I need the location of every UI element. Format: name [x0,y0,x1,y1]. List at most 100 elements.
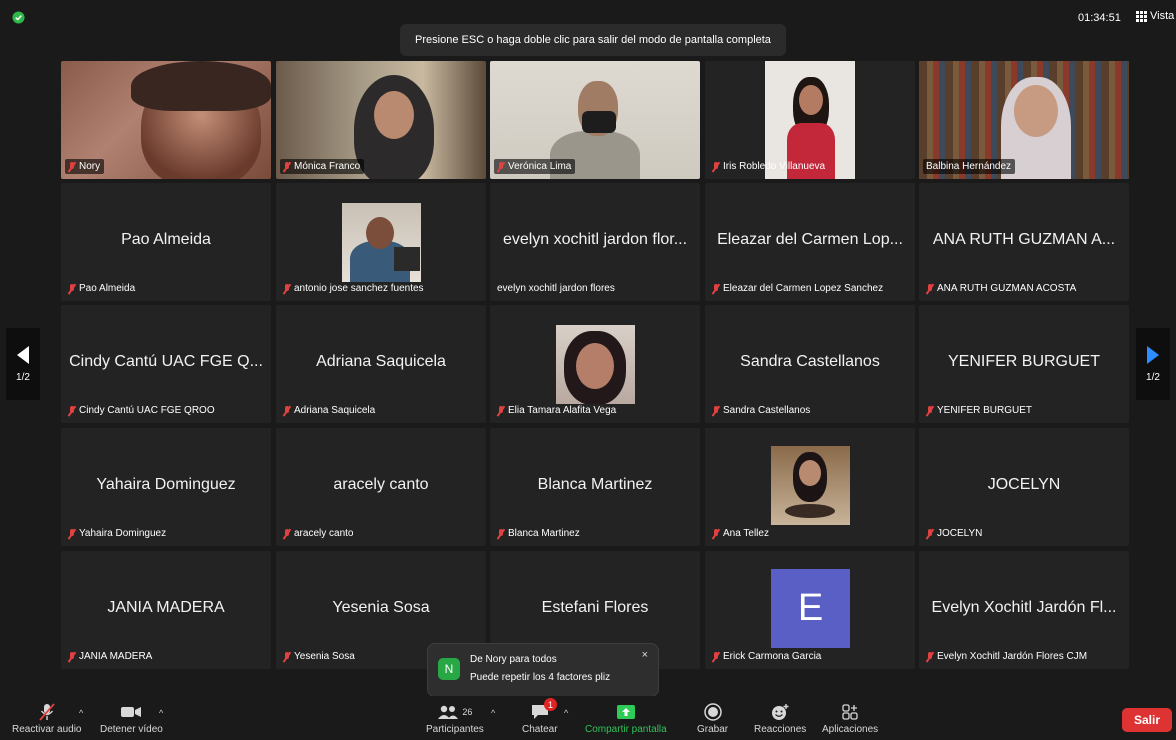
unmute-label: Reactivar audio [12,724,82,735]
leave-meeting-button[interactable]: Salir [1122,708,1172,732]
participant-display-name: Pao Almeida [121,231,211,248]
participant-nametag: Elia Tamara Alafita Vega [494,403,620,418]
chat-sender: De Nory para todos [470,654,557,665]
participant-nametag: evelyn xochitl jardon flores [497,283,615,294]
mic-muted-icon [712,283,720,294]
participant-nametag: Blanca Martinez [494,526,584,541]
video-options-caret[interactable]: ^ [159,708,163,718]
participant-display-name: Sandra Castellanos [740,353,880,370]
video-tile[interactable]: JOCELYN JOCELYN [919,428,1129,546]
close-icon[interactable]: × [642,649,648,661]
reactions-label: Reacciones [754,724,807,735]
participant-nametag: antonio jose sanchez fuentes [280,281,428,296]
mic-muted-icon [497,405,505,416]
apps-label: Aplicaciones [822,724,879,735]
audio-options-caret[interactable]: ^ [79,708,83,718]
video-tile[interactable]: Ana Tellez [705,428,915,546]
video-tile[interactable]: Pao Almeida Pao Almeida [61,183,271,301]
sender-avatar: N [438,658,460,680]
participant-nametag: aracely canto [280,526,357,541]
video-tile[interactable]: antonio jose sanchez fuentes [276,183,486,301]
participants-count: 26 [462,707,473,717]
record-button[interactable]: Grabar [697,702,728,735]
mic-muted-icon [712,405,720,416]
participant-nametag: Ana Tellez [709,526,773,541]
video-tile[interactable]: Yahaira Dominguez Yahaira Dominguez [61,428,271,546]
video-tile[interactable]: Sandra Castellanos Sandra Castellanos [705,305,915,423]
view-button[interactable]: Vista [1136,10,1174,22]
video-tile[interactable]: Mónica Franco [276,61,486,179]
mic-muted-icon [283,651,291,662]
share-screen-label: Compartir pantalla [585,724,667,735]
security-shield-icon[interactable] [12,11,25,24]
participant-nametag: ANA RUTH GUZMAN ACOSTA [923,281,1080,296]
participant-nametag: Yahaira Dominguez [65,526,170,541]
participant-nametag: Mónica Franco [280,159,365,174]
view-label: Vista [1150,10,1175,22]
mic-muted-icon [283,283,291,294]
arrow-right-icon [1147,345,1159,364]
participant-display-name: evelyn xochitl jardon flor... [502,231,688,248]
page-indicator: 1/2 [16,371,30,383]
participant-face [576,343,614,389]
mic-muted-icon [712,528,720,539]
video-tile[interactable]: Cindy Cantú UAC FGE Q... Cindy Cantú UAC… [61,305,271,423]
video-tile[interactable]: Nory [61,61,271,179]
video-tile[interactable]: YENIFER BURGUET YENIFER BURGUET [919,305,1129,423]
stop-video-label: Detener vídeo [100,724,163,735]
mic-muted-icon [68,161,76,172]
participants-options-caret[interactable]: ^ [491,708,495,718]
emoji-add-icon [772,704,789,720]
participant-nametag: Verónica Lima [494,159,576,174]
participants-button[interactable]: 26 Participantes [426,702,484,735]
video-tile[interactable]: E Erick Carmona Garcia [705,551,915,669]
participant-display-name: JANIA MADERA [107,599,225,616]
chat-notification[interactable]: N De Nory para todos Puede repetir los 4… [427,643,659,697]
mic-muted-icon [712,161,720,172]
mic-muted-icon [497,528,505,539]
apps-icon [842,704,858,720]
participant-display-name: Evelyn Xochitl Jardón Fl... [931,599,1117,616]
video-tile[interactable]: Elia Tamara Alafita Vega [490,305,700,423]
video-tile[interactable]: JANIA MADERA JANIA MADERA [61,551,271,669]
video-tile[interactable]: Iris Robledo Villanueva [705,61,915,179]
participant-face [366,217,394,249]
reactions-button[interactable]: Reacciones [754,702,806,735]
video-tile[interactable]: aracely canto aracely canto [276,428,486,546]
participant-nametag: Nory [65,159,105,174]
participant-nametag: Erick Carmona Garcia [709,649,825,664]
fullscreen-exit-banner: Presione ESC o haga doble clic para sali… [400,24,786,56]
participant-display-name: ANA RUTH GUZMAN A... [932,231,1116,248]
video-tile[interactable]: Verónica Lima [490,61,700,179]
video-tile[interactable]: Adriana Saquicela Adriana Saquicela [276,305,486,423]
participant-display-name: Yesenia Sosa [332,599,430,616]
video-tile[interactable]: evelyn xochitl jardon flor... evelyn xoc… [490,183,700,301]
participant-display-name: Eleazar del Carmen Lop... [717,231,903,248]
record-icon [703,703,722,721]
profile-picture [771,446,850,525]
video-tile[interactable]: Evelyn Xochitl Jardón Fl... Evelyn Xochi… [919,551,1129,669]
participant-display-name: Blanca Martinez [537,476,653,493]
participant-nametag: Balbina Hernández [923,159,1016,174]
arrow-left-icon [17,345,29,364]
record-label: Grabar [697,724,729,735]
chat-unread-badge: 1 [544,698,557,711]
share-screen-button[interactable]: Compartir pantalla [585,702,667,735]
stop-video-button[interactable]: Detener vídeo [100,702,163,735]
video-tile-active-speaker[interactable]: Balbina Hernández [919,61,1129,179]
video-tile[interactable]: Eleazar del Carmen Lop... Eleazar del Ca… [705,183,915,301]
face-mask [582,111,616,133]
avatar-initial: E [771,569,850,648]
video-tile[interactable]: ANA RUTH GUZMAN A... ANA RUTH GUZMAN ACO… [919,183,1129,301]
participant-nametag: Eleazar del Carmen Lopez Sanchez [709,281,887,296]
unmute-button[interactable]: Reactivar audio [12,702,81,735]
participant-display-name: Yahaira Dominguez [96,476,236,493]
next-page-button[interactable]: 1/2 [1136,328,1170,400]
participant-nametag: Evelyn Xochitl Jardón Flores CJM [923,649,1091,664]
mic-muted-icon [283,405,291,416]
chat-options-caret[interactable]: ^ [564,708,568,718]
apps-button[interactable]: Aplicaciones [822,702,878,735]
mic-muted-icon [926,528,934,539]
video-tile[interactable]: Blanca Martinez Blanca Martinez [490,428,700,546]
previous-page-button[interactable]: 1/2 [6,328,40,400]
